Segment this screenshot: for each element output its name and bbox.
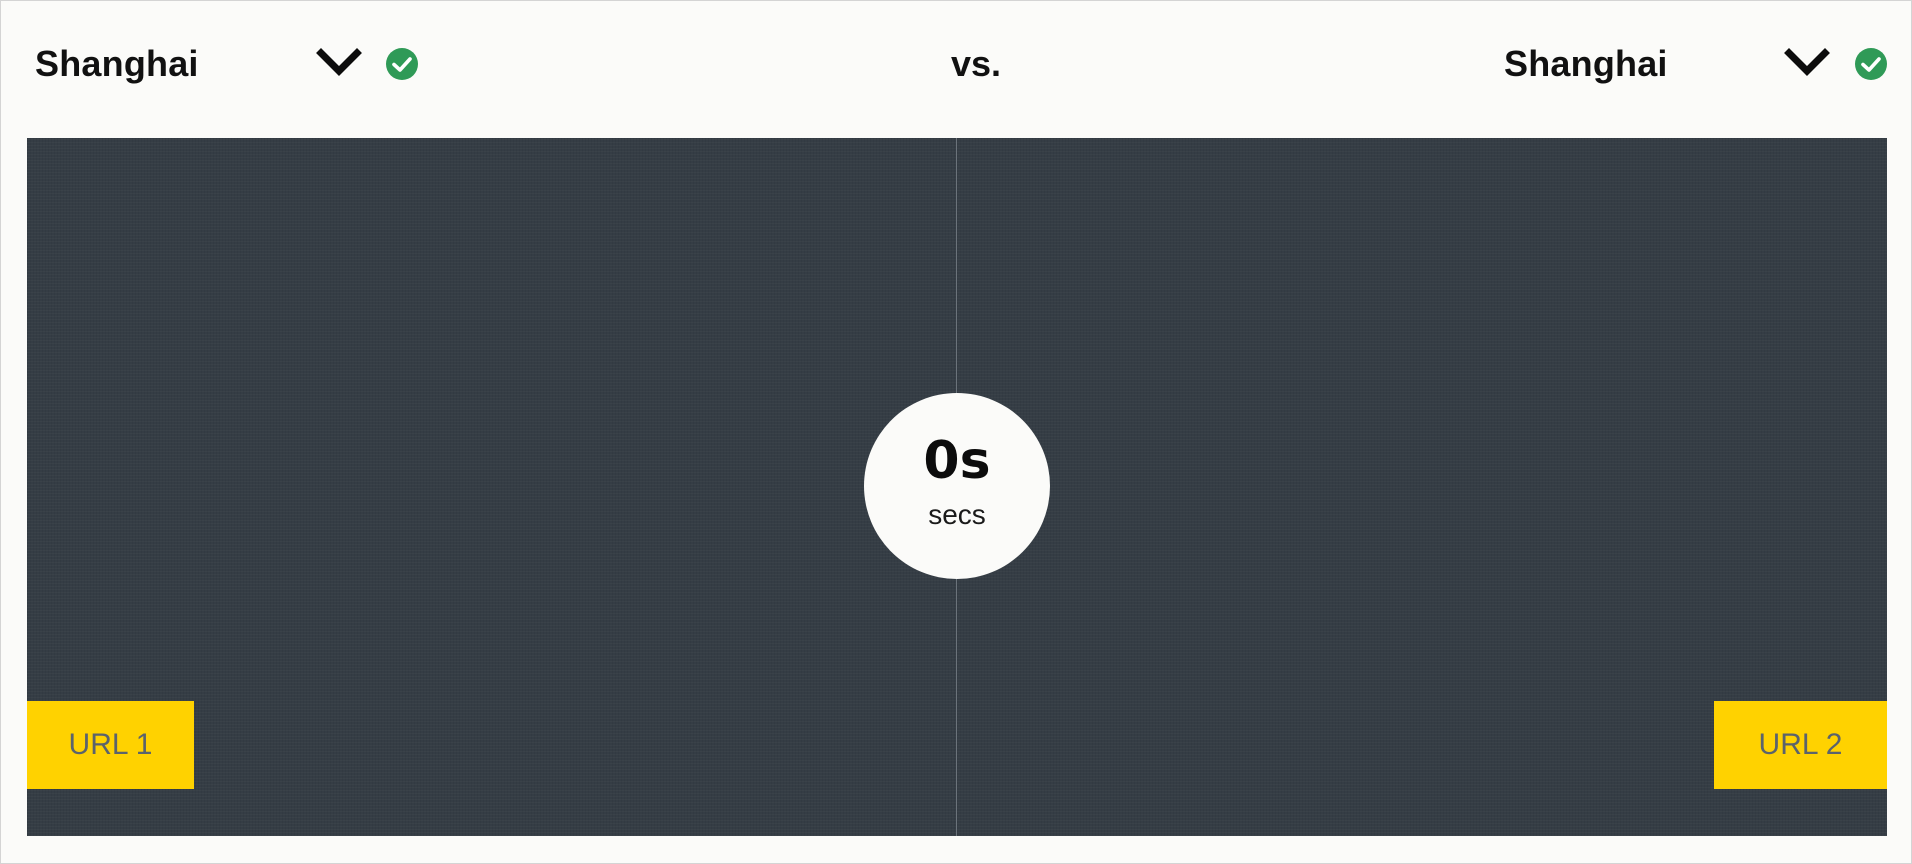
timer-value: 0s — [923, 431, 991, 491]
check-circle-icon — [386, 48, 418, 80]
vs-label: vs. — [951, 43, 1002, 84]
chevron-down-icon[interactable] — [315, 45, 363, 81]
timer-badge: 0s secs — [864, 393, 1050, 579]
timer-unit: secs — [928, 499, 986, 530]
comparison-stage: 0s secs URL 1 URL 2 — [27, 138, 1887, 836]
comparison-header: Shanghai vs. Shanghai — [1, 1, 1912, 131]
right-location-value: Shanghai — [1504, 43, 1668, 84]
left-location-select[interactable]: Shanghai — [35, 33, 419, 95]
url-2-badge: URL 2 — [1714, 701, 1887, 789]
comparison-frame: Shanghai vs. Shanghai 0s secs URL 1 URL … — [0, 0, 1912, 864]
chevron-down-icon[interactable] — [1783, 45, 1831, 81]
right-location-select[interactable]: Shanghai — [1504, 33, 1888, 95]
check-circle-icon — [1855, 48, 1887, 80]
left-location-value: Shanghai — [35, 43, 199, 84]
url-1-badge: URL 1 — [27, 701, 194, 789]
